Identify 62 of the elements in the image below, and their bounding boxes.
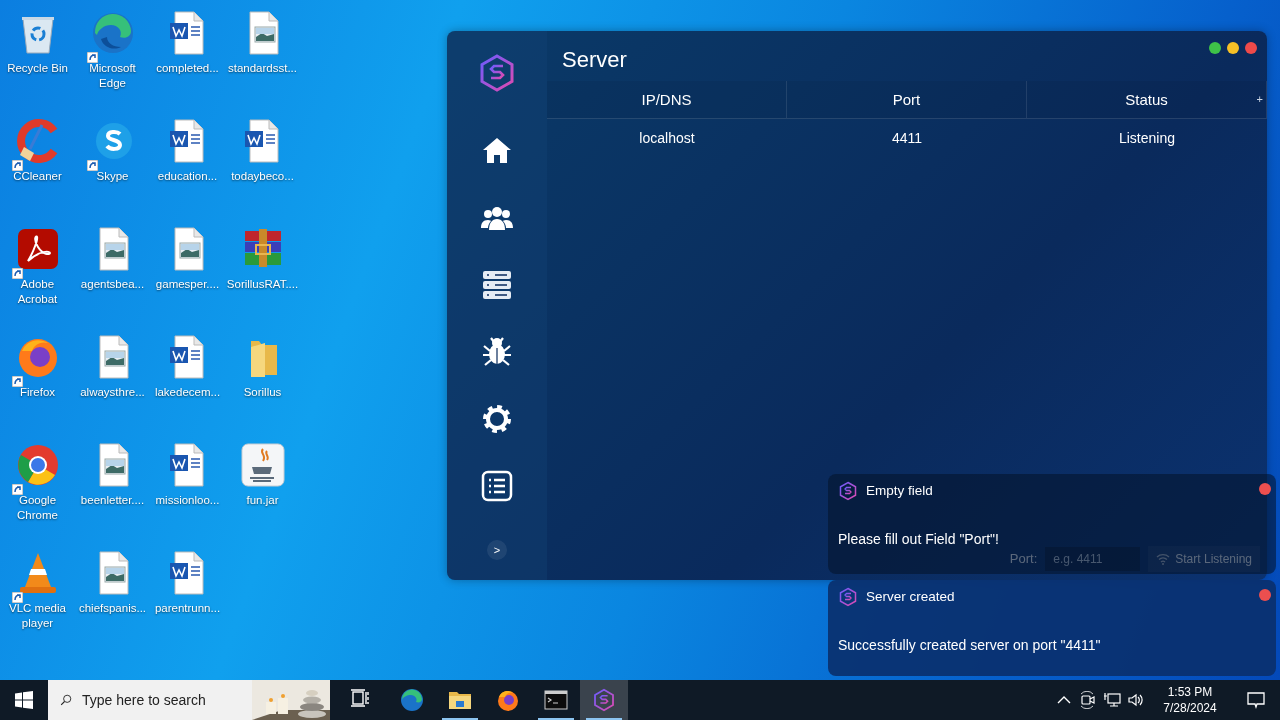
add-button[interactable]: + <box>1256 91 1263 108</box>
icon-label[interactable]: missionloo... <box>150 493 225 508</box>
icon-label[interactable]: Skype <box>75 169 150 184</box>
window-title: Server <box>562 46 627 74</box>
icon-label[interactable]: agentsbea... <box>75 277 150 292</box>
icon-label[interactable]: CCleaner <box>0 169 75 184</box>
icon-label[interactable]: Firefox <box>0 385 75 400</box>
icon-label[interactable]: Recycle Bin <box>0 61 75 76</box>
icon-label[interactable]: Adobe Acrobat <box>0 277 75 307</box>
icon-label[interactable]: Microsoft Edge <box>75 61 150 91</box>
clock-time[interactable]: 1:53 PM <box>1167 684 1213 700</box>
icon-label[interactable]: Sorillus <box>225 385 300 400</box>
icon-label[interactable]: alwaysthre... <box>75 385 150 400</box>
search-input[interactable]: Type here to search <box>82 689 252 711</box>
icon-label[interactable]: education... <box>150 169 225 184</box>
icon-label[interactable]: VLC media player <box>0 601 75 631</box>
maximize-button[interactable] <box>1209 42 1221 54</box>
hexagon-logo-icon <box>838 481 858 502</box>
icon-label[interactable]: parentrunn... <box>150 601 225 616</box>
settings-icon <box>481 403 513 435</box>
wifi-icon <box>1156 553 1171 565</box>
icon-label[interactable]: lakedecem... <box>150 385 225 400</box>
windows-logo-icon <box>15 691 33 709</box>
table-cell-text: Listening <box>1117 129 1176 148</box>
icon-label[interactable]: gamesper.... <box>150 277 225 292</box>
notification-message: Please fill out Field "Port"! <box>838 530 1000 550</box>
notifications-icon[interactable] <box>1246 690 1266 710</box>
icon-label[interactable]: chiefspanis... <box>75 601 150 616</box>
column-header[interactable]: Port <box>787 81 1027 119</box>
table-cell-text: 4411 <box>890 129 924 148</box>
icon-label[interactable]: SorillusRAT.... <box>225 277 300 292</box>
minimize-button[interactable] <box>1227 42 1239 54</box>
icon-label[interactable]: beenletter.... <box>75 493 150 508</box>
close-button[interactable] <box>1245 42 1257 54</box>
hexagon-logo-icon <box>838 587 858 608</box>
hexagon-logo-icon <box>592 688 616 712</box>
icon-label[interactable]: fun.jar <box>225 493 300 508</box>
notification-title: Server created <box>866 588 955 606</box>
icon-label[interactable]: completed... <box>150 61 225 76</box>
port-label: Port: <box>1009 550 1038 569</box>
icon-label[interactable]: todaybeco... <box>225 169 300 184</box>
clock-date[interactable]: 7/28/2024 <box>1163 700 1217 716</box>
expand-button[interactable]: > <box>487 540 507 560</box>
icon-label[interactable]: standardsst... <box>225 61 300 76</box>
icon-label[interactable]: Google Chrome <box>0 493 75 523</box>
server-icon <box>481 269 513 301</box>
taskbar-app-button[interactable] <box>580 680 628 720</box>
java-cup-icon[interactable] <box>238 441 287 489</box>
search-field[interactable]: Type here to search <box>48 680 330 720</box>
column-header[interactable]: IP/DNS <box>547 81 787 119</box>
notification-title: Empty field <box>866 482 933 500</box>
close-button[interactable] <box>1259 589 1271 601</box>
camera-icon[interactable] <box>1079 691 1097 709</box>
edge-icon <box>400 688 424 712</box>
terminal-icon <box>544 688 568 712</box>
network-icon[interactable] <box>1103 691 1121 709</box>
list-icon <box>481 470 513 502</box>
table-cell-text: localhost <box>638 129 696 148</box>
bug-icon <box>481 336 513 368</box>
notification-message: Successfully created server on port "4411" <box>838 636 1102 656</box>
volume-icon[interactable] <box>1127 691 1145 709</box>
firefox-icon <box>496 688 520 712</box>
